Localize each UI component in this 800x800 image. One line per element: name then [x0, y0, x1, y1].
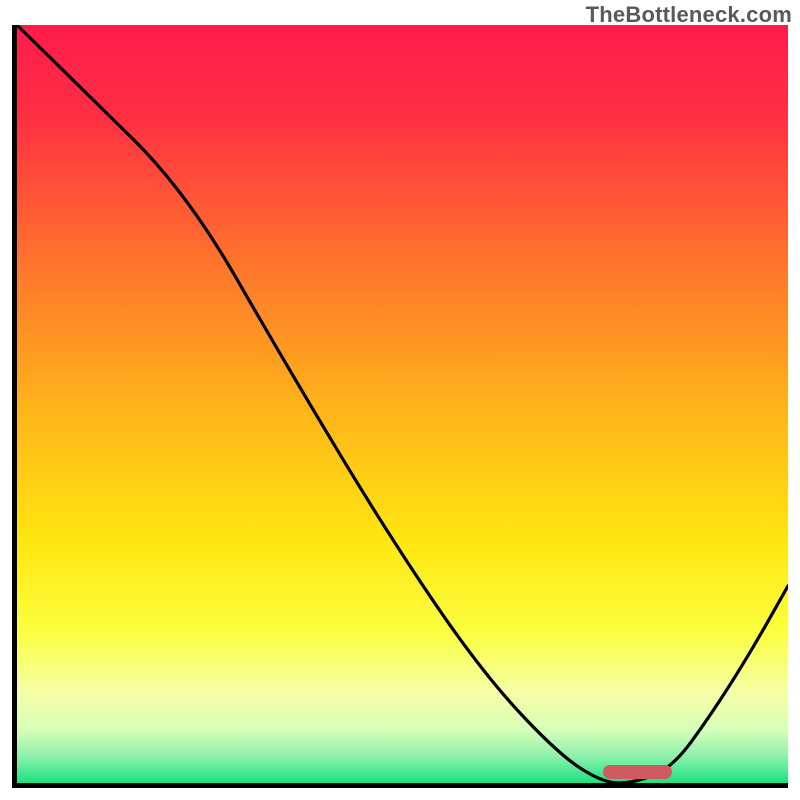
bottleneck-curve	[17, 25, 788, 783]
chart-frame: TheBottleneck.com	[0, 0, 800, 800]
optimal-marker	[603, 765, 672, 779]
plot-area	[12, 25, 788, 788]
